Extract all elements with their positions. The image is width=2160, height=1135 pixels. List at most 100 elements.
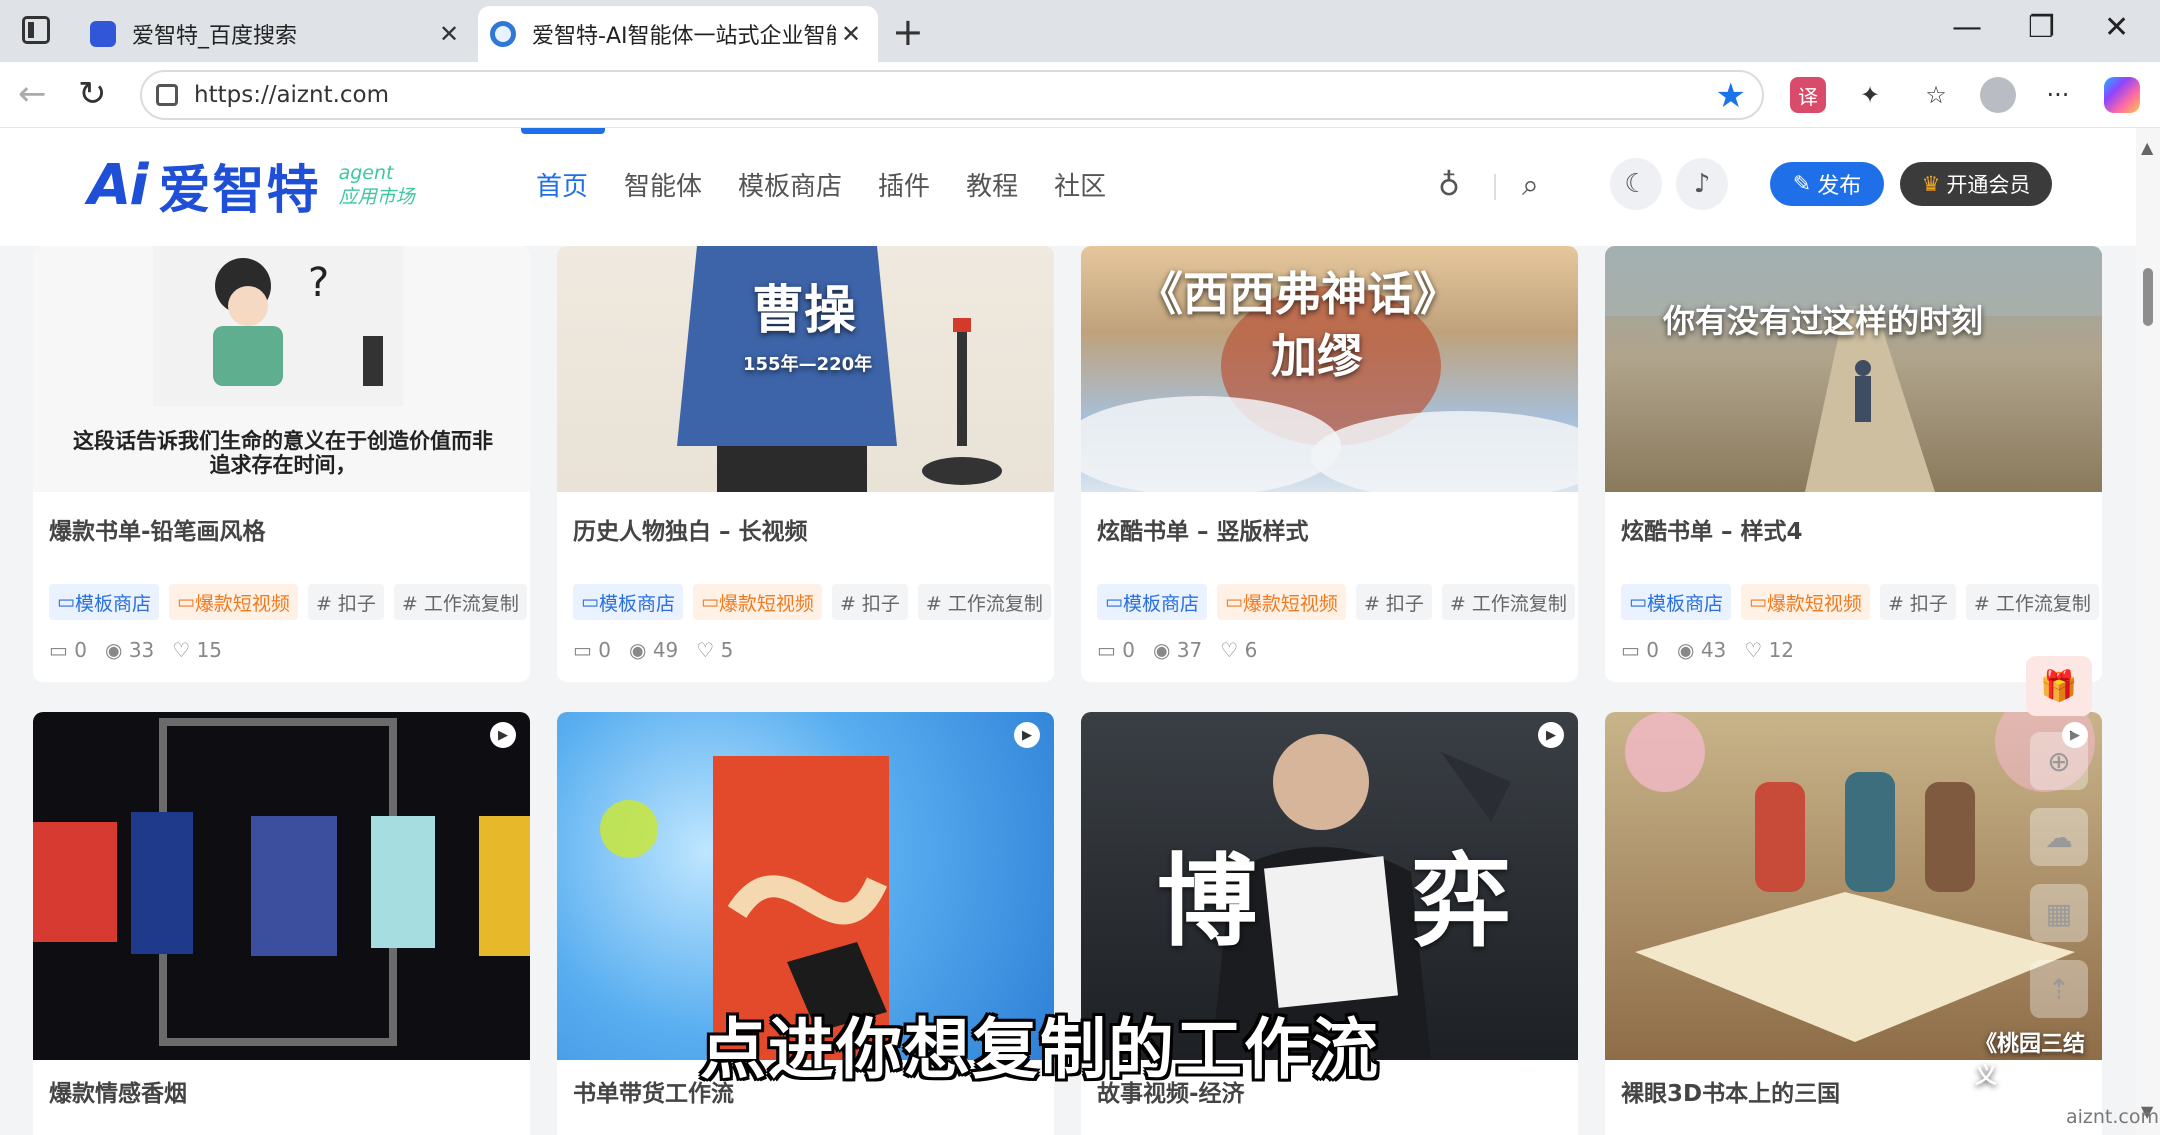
tag-kouzi[interactable]: # 扣子	[307, 584, 384, 620]
tag-viral-video[interactable]: ▭ 爆款短视频	[1216, 584, 1346, 620]
back-to-top-icon[interactable]: ⇡	[2030, 960, 2088, 1018]
tab-close-icon[interactable]: ✕	[434, 20, 464, 48]
template-card[interactable]: 曹操 155年—220年 历史人物独白 – 长视频 ▭ 模板商店 ▭ 爆款短视频…	[557, 246, 1054, 682]
nav-tutorials[interactable]: 教程	[966, 166, 1018, 203]
copilot-icon[interactable]	[2104, 77, 2140, 113]
nav-plugins[interactable]: 插件	[878, 166, 930, 203]
card-title[interactable]: 炫酷书单 – 竖版样式	[1097, 512, 1309, 546]
tab-aiznt[interactable]: 爱智特-AI智能体一站式企业智能化 ✕	[478, 6, 878, 62]
play-icon[interactable]: ▶	[490, 722, 516, 748]
play-icon[interactable]: ▶	[1014, 722, 1040, 748]
more-menu-icon[interactable]: ···	[2040, 77, 2076, 113]
extensions-puzzle-icon[interactable]: ✦	[1852, 77, 1888, 113]
template-card[interactable]: ▶ 爆款情感香烟	[33, 712, 530, 1135]
gift-icon[interactable]: 🎁	[2026, 656, 2092, 716]
tag-kouzi[interactable]: # 扣子	[1355, 584, 1432, 620]
restore-button[interactable]: ❐	[2028, 10, 2055, 45]
profile-avatar-icon[interactable]	[1980, 77, 2016, 113]
favorite-star-icon[interactable]: ★	[1716, 76, 1746, 116]
road-walker-illustration	[1605, 246, 2102, 492]
card-stats: ▭ 0 ◉ 33 ♡ 15	[49, 638, 222, 662]
like-count[interactable]: ♡ 12	[1744, 638, 1794, 662]
dark-mode-moon-icon[interactable]: ☾	[1610, 158, 1662, 210]
tag-workflow-copy[interactable]: # 工作流复制	[917, 584, 1051, 620]
template-card[interactable]: 《桃园三结义 ▶ 裸眼3D书本上的三国	[1605, 712, 2102, 1135]
scroll-up-icon[interactable]: ▲	[2141, 138, 2153, 157]
nav-template-store[interactable]: 模板商店	[738, 166, 842, 203]
like-count[interactable]: ♡ 6	[1220, 638, 1257, 662]
open-membership-button[interactable]: ♛ 开通会员	[1900, 162, 2052, 206]
card-title[interactable]: 爆款书单-铅笔画风格	[49, 512, 266, 546]
logo-ai-mark: Ai	[88, 152, 149, 218]
favorites-list-icon[interactable]: ☆	[1918, 77, 1954, 113]
site-info-icon[interactable]	[156, 84, 178, 106]
card-tags: ▭ 模板商店 ▭ 爆款短视频 # 扣子 # 工作流复制	[1097, 584, 1575, 620]
nav-home[interactable]: 首页	[536, 166, 588, 203]
tag-viral-video[interactable]: ▭ 爆款短视频	[1740, 584, 1870, 620]
template-card[interactable]: ? 这段话告诉我们生命的意义在于创造价值而非追求存在时间， 爆款书单-铅笔画风格…	[33, 246, 530, 682]
card-title[interactable]: 爆款情感香烟	[49, 1074, 187, 1108]
card-thumbnail: ▶	[33, 712, 530, 1060]
pencil-icon: ✎	[1792, 171, 1812, 197]
crown-icon: ♛	[1921, 172, 1941, 196]
tab-actions-icon[interactable]	[22, 16, 50, 44]
tag-kouzi[interactable]: # 扣子	[1879, 584, 1956, 620]
tab-close-icon[interactable]: ✕	[836, 20, 866, 48]
tab-title: 爱智特-AI智能体一站式企业智能化	[532, 24, 836, 49]
scrollbar-thumb[interactable]	[2143, 268, 2153, 326]
translate-extension-icon[interactable]: 译	[1790, 77, 1826, 113]
3d-book-illustration	[1625, 712, 2095, 1042]
comment-count: ▭ 0	[573, 638, 611, 662]
play-icon[interactable]: ▶	[1538, 722, 1564, 748]
tag-template-store[interactable]: ▭ 模板商店	[49, 584, 159, 620]
add-icon[interactable]: ⊕	[2030, 732, 2088, 790]
like-count[interactable]: ♡ 15	[172, 638, 222, 662]
tag-viral-video[interactable]: ▭ 爆款短视频	[692, 584, 822, 620]
qr-code-icon[interactable]: ▦	[2030, 884, 2088, 942]
tab-baidu-search[interactable]: 爱智特_百度搜索 ✕	[78, 6, 476, 62]
close-window-button[interactable]: ✕	[2104, 10, 2129, 45]
nav-community[interactable]: 社区	[1054, 166, 1106, 203]
browser-tab-bar: 爱智特_百度搜索 ✕ 爱智特-AI智能体一站式企业智能化 ✕ + — ❐ ✕	[0, 0, 2160, 62]
url-field[interactable]: https://aiznt.com ★	[140, 70, 1764, 120]
new-tab-button[interactable]: +	[892, 10, 924, 54]
nav-agents[interactable]: 智能体	[624, 166, 702, 203]
url-text: https://aiznt.com	[194, 82, 390, 108]
thumb-subcaption: 加缪	[1271, 329, 1363, 383]
tag-workflow-copy[interactable]: # 工作流复制	[1441, 584, 1575, 620]
comment-count: ▭ 0	[1097, 638, 1135, 662]
card-title[interactable]: 历史人物独白 – 长视频	[573, 512, 808, 546]
card-thumbnail: 你有没有过这样的时刻	[1605, 246, 2102, 492]
notification-bell-icon[interactable]: ♪	[1676, 158, 1728, 210]
thumb-caption-right: 弈	[1411, 843, 1511, 960]
card-tags: ▭ 模板商店 ▭ 爆款短视频 # 扣子 # 工作流复制	[573, 584, 1051, 620]
search-icon[interactable]: ⌕	[1522, 168, 1539, 203]
publish-button[interactable]: ✎ 发布	[1770, 162, 1884, 206]
card-title[interactable]: 裸眼3D书本上的三国	[1621, 1074, 1840, 1108]
template-card[interactable]: 你有没有过这样的时刻 炫酷书单 – 样式4 ▭ 模板商店 ▭ 爆款短视频 # 扣…	[1605, 246, 2102, 682]
lightbulb-icon[interactable]: ♁	[1438, 168, 1460, 203]
site-header: Ai 爱智特 agent 应用市场 首页 智能体 模板商店 插件 教程 社区 ♁…	[0, 128, 2136, 246]
tag-viral-video[interactable]: ▭ 爆款短视频	[168, 584, 298, 620]
like-count[interactable]: ♡ 5	[696, 638, 733, 662]
tag-workflow-copy[interactable]: # 工作流复制	[1965, 584, 2099, 620]
tag-template-store[interactable]: ▭ 模板商店	[1621, 584, 1731, 620]
page-scrollbar[interactable]: ▲ ▼	[2136, 128, 2160, 1135]
minimize-button[interactable]: —	[1952, 10, 1982, 45]
reload-button[interactable]: ↻	[78, 74, 107, 114]
thumb-caption: 你有没有过这样的时刻	[1663, 302, 1984, 340]
template-card[interactable]: 《西西弗神话》 加缪 炫酷书单 – 竖版样式 ▭ 模板商店 ▭ 爆款短视频 # …	[1081, 246, 1578, 682]
site-logo[interactable]: Ai 爱智特 agent 应用市场	[88, 150, 415, 221]
tag-template-store[interactable]: ▭ 模板商店	[573, 584, 683, 620]
card-title[interactable]: 炫酷书单 – 样式4	[1621, 512, 1803, 546]
cursor-highlight	[600, 800, 658, 858]
card-tags: ▭ 模板商店 ▭ 爆款短视频 # 扣子 # 工作流复制	[49, 584, 527, 620]
thumb-subcaption: 155年—220年	[743, 354, 873, 375]
tag-template-store[interactable]: ▭ 模板商店	[1097, 584, 1207, 620]
service-icon[interactable]: ☁	[2030, 808, 2088, 866]
tag-workflow-copy[interactable]: # 工作流复制	[393, 584, 527, 620]
baidu-favicon-icon	[90, 21, 116, 47]
card-tags: ▭ 模板商店 ▭ 爆款短视频 # 扣子 # 工作流复制	[1621, 584, 2099, 620]
back-button[interactable]: ←	[18, 74, 47, 114]
tag-kouzi[interactable]: # 扣子	[831, 584, 908, 620]
